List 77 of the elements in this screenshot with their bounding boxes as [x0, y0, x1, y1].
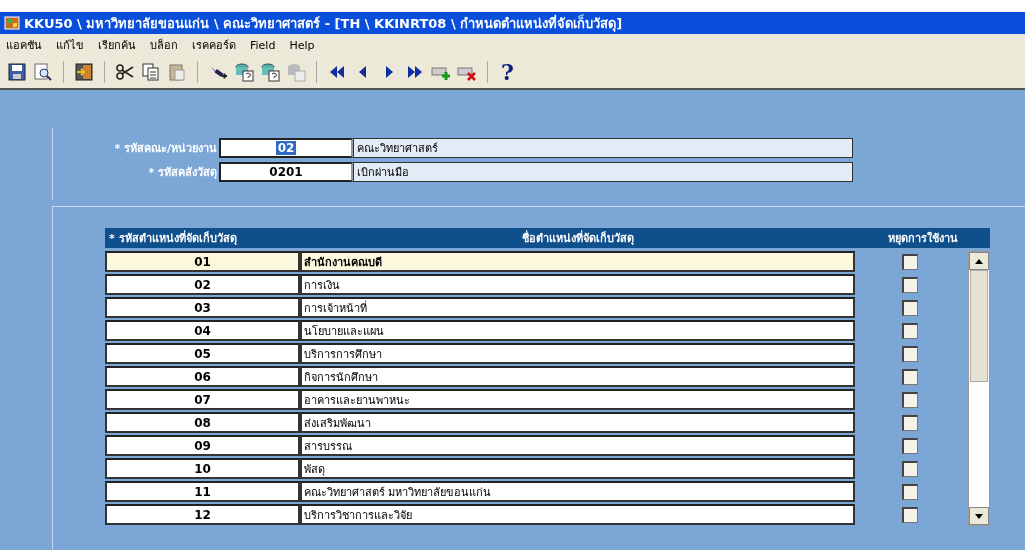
menu-item[interactable]: แอคชัน [6, 36, 42, 54]
field-label: * รหัสคลังวัสดุ [147, 165, 218, 181]
code-field[interactable]: 02 [219, 138, 353, 158]
table-cell[interactable]: คณะวิทยาศาสตร์ มหาวิทยาลัยขอนแก่น [300, 481, 855, 502]
scrollbar[interactable] [968, 251, 990, 526]
clipboard-icon [167, 62, 187, 82]
checkbox[interactable] [902, 391, 918, 408]
table-cell[interactable]: การเงิน [300, 274, 855, 295]
up-caret-icon [975, 258, 983, 264]
table-cell[interactable]: กิจการนักศึกษา [300, 366, 855, 387]
scroll-thumb[interactable] [970, 270, 988, 382]
toolbar-button[interactable] [259, 61, 281, 83]
scissors-icon [115, 62, 135, 82]
menu-item[interactable]: Field [250, 38, 276, 52]
column-header: ชื่อตำแหน่งที่จัดเก็บวัสดุ [520, 229, 635, 247]
window-title: KKU50 \ มหาวิทยาลัยขอนแก่น \ คณะวิทยาศาสตร์ - [TH \ KKINRT08 \ กำหนดตำแหน่งที่จัดเก็บวัสดุ] [24, 13, 623, 34]
menu-item[interactable]: แก้ไข [56, 36, 84, 54]
checkbox[interactable] [902, 276, 918, 293]
checkbox[interactable] [902, 483, 918, 500]
table-cell[interactable]: 11 [105, 481, 300, 502]
description-field: เบิกผ่านมือ [353, 162, 853, 182]
code-field[interactable]: 0201 [219, 162, 353, 182]
checkbox[interactable] [902, 322, 918, 339]
table-cell[interactable]: 10 [105, 458, 300, 479]
checkbox[interactable] [902, 345, 918, 362]
database-query-icon [234, 62, 254, 82]
database-query-icon [260, 62, 280, 82]
checkbox[interactable] [902, 437, 918, 454]
table-cell[interactable]: บริการวิชาการและวิจัย [300, 504, 855, 525]
toolbar-button[interactable] [114, 61, 136, 83]
toolbar-button[interactable] [6, 61, 28, 83]
copy-icon [141, 62, 161, 82]
table-cell[interactable]: 07 [105, 389, 300, 410]
door-icon [74, 62, 94, 82]
database-query-icon [286, 62, 306, 82]
toolbar-button[interactable] [32, 61, 54, 83]
toolbar-button[interactable] [233, 61, 255, 83]
table-cell[interactable]: 09 [105, 435, 300, 456]
checkbox[interactable] [902, 368, 918, 385]
table-cell[interactable]: 05 [105, 343, 300, 364]
table-cell[interactable]: 04 [105, 320, 300, 341]
table-cell[interactable]: 08 [105, 412, 300, 433]
table-cell[interactable]: อาคารและยานพาหนะ [300, 389, 855, 410]
menu-item[interactable]: Help [289, 38, 315, 52]
table-cell[interactable]: บริการการศึกษา [300, 343, 855, 364]
checkbox[interactable] [902, 253, 918, 270]
field-label: * รหัสคณะ/หน่วยงาน [113, 141, 218, 157]
table-cell[interactable]: สำนักงานคณบดี [300, 251, 855, 272]
save-icon [7, 62, 27, 82]
table-cell[interactable]: การเจ้าหน้าที่ [300, 297, 855, 318]
menu-item[interactable]: เรคคอร์ด [192, 36, 236, 54]
menu-item[interactable]: เรียกค้น [98, 36, 136, 54]
magnifier-icon [33, 62, 53, 82]
checkbox[interactable] [902, 414, 918, 431]
down-caret-icon [975, 513, 983, 519]
table-cell[interactable]: 02 [105, 274, 300, 295]
help-button[interactable]: ? [497, 61, 518, 83]
table-cell[interactable]: ส่งเสริมพัฒนา [300, 412, 855, 433]
table-cell[interactable]: พัสดุ [300, 458, 855, 479]
app-icon [4, 15, 20, 31]
table-cell[interactable]: 12 [105, 504, 300, 525]
description-field: คณะวิทยาศาสตร์ [353, 138, 853, 158]
toolbar-button[interactable] [140, 61, 162, 83]
checkbox[interactable] [902, 506, 918, 523]
table-cell[interactable]: นโยบายและแผน [300, 320, 855, 341]
checkbox[interactable] [902, 299, 918, 316]
toolbar-button[interactable] [73, 61, 95, 83]
table-cell[interactable]: 03 [105, 297, 300, 318]
table-cell[interactable]: สารบรรณ [300, 435, 855, 456]
table-cell[interactable]: 06 [105, 366, 300, 387]
column-header: หยุดการใช้งาน [886, 230, 959, 247]
column-header: * รหัสตำแหน่งที่จัดเก็บวัสดุ [108, 229, 238, 247]
menu-item[interactable]: บล็อก [150, 36, 178, 54]
scroll-down-button[interactable] [969, 507, 989, 525]
checkbox[interactable] [902, 460, 918, 477]
table-cell[interactable]: 01 [105, 251, 300, 272]
scroll-up-button[interactable] [969, 252, 989, 270]
